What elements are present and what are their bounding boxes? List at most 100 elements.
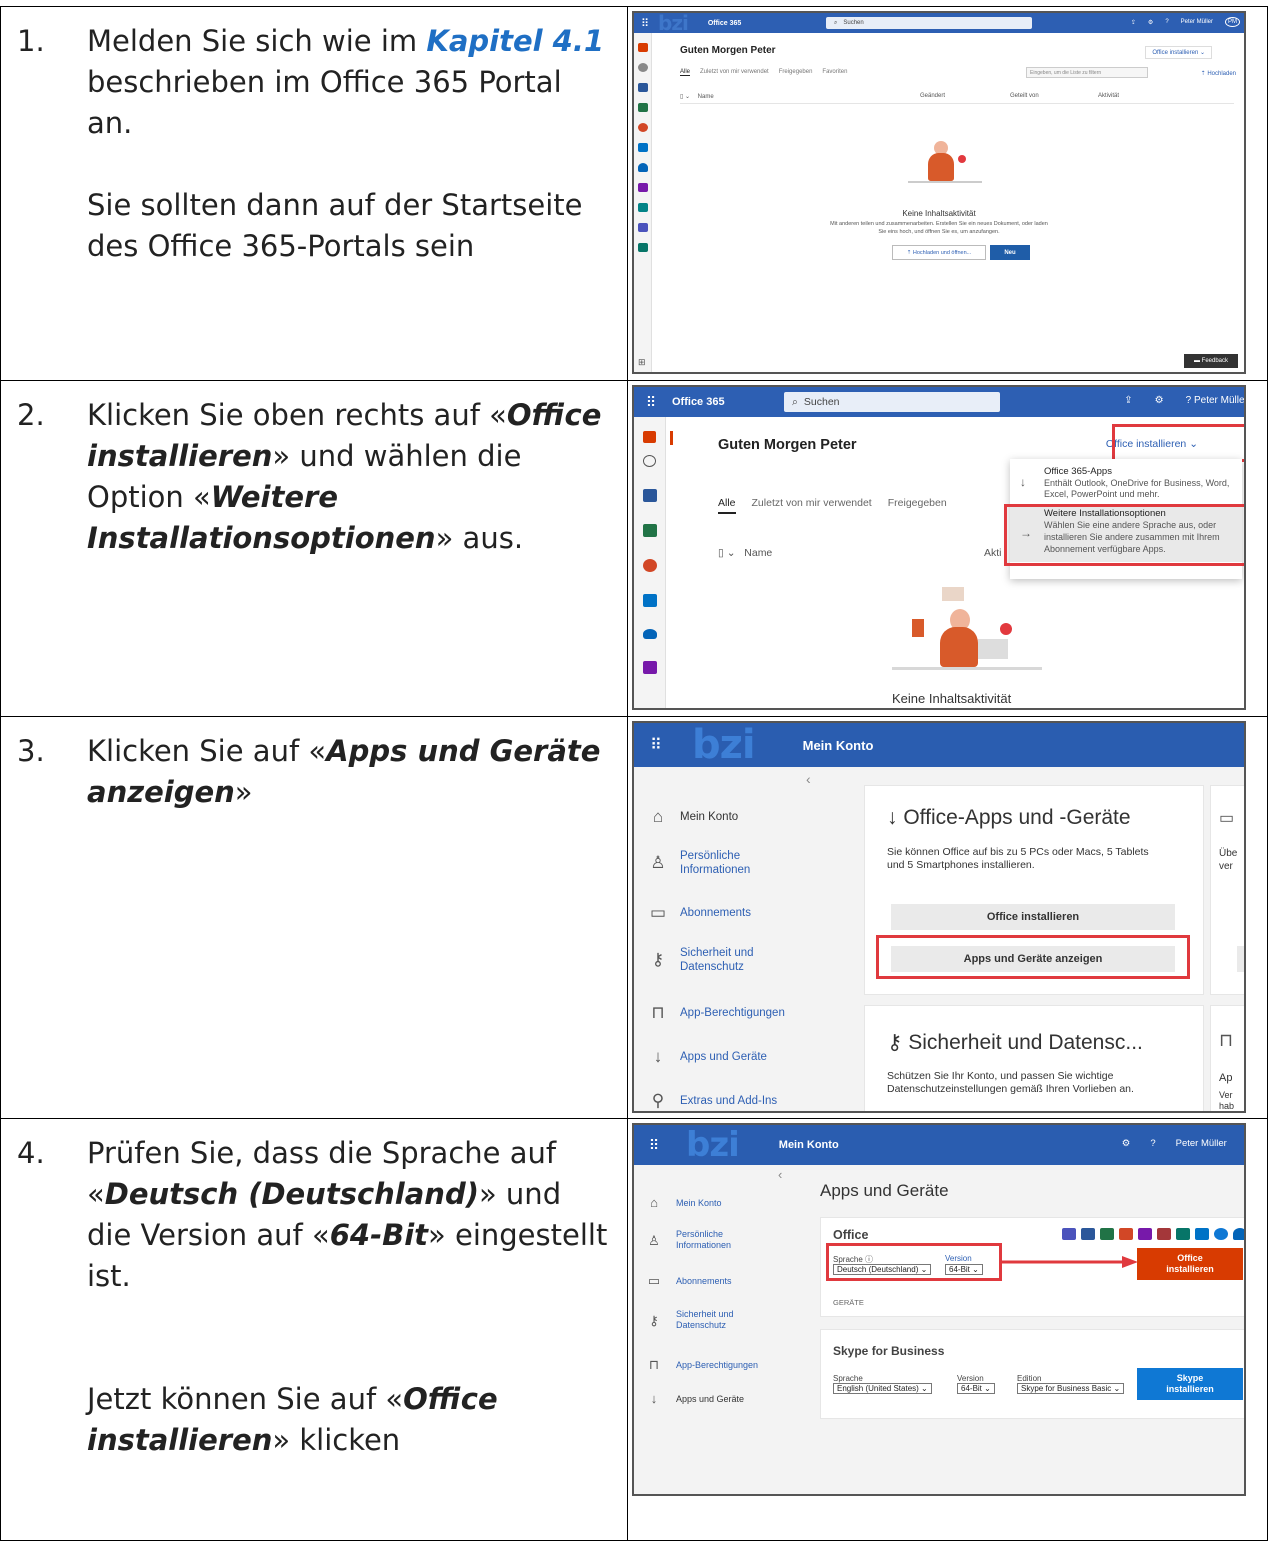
gear-icon[interactable]: ⚙: [1148, 19, 1153, 26]
column-header: ▯ ⌄ Name: [718, 547, 773, 559]
outlook-icon[interactable]: [642, 594, 657, 607]
office-portal-screenshot: ⠿ bzi Office 365 ⌕ Suchen ⇪ ⚙? Peter Müller…: [632, 11, 1246, 374]
new-button[interactable]: Neu: [990, 245, 1030, 260]
collapse-icon[interactable]: ‹: [806, 771, 811, 787]
step-3-text: 3. Klicken Sie auf «Apps und Geräte anze…: [0, 716, 628, 1119]
waffle-icon[interactable]: ⠿: [634, 394, 668, 411]
search-input[interactable]: ⌕ Suchen: [784, 392, 1000, 412]
filter-input[interactable]: Eingeben, um die Liste zu filtern: [1026, 67, 1148, 78]
upload-link[interactable]: ⇡ Hochladen: [1201, 70, 1236, 77]
onedrive-icon: [1233, 1228, 1244, 1240]
logo: bzi: [658, 11, 689, 35]
sway-icon[interactable]: [637, 243, 648, 252]
step-number: 4.: [17, 1136, 45, 1170]
tab-all[interactable]: Alle: [718, 497, 736, 514]
help-icon[interactable]: ? Peter Müller (: [1186, 395, 1244, 406]
step-3-screenshot-cell: ⠿ bzi Mein Konto ‹ ⌂ Mein Konto ♙ Persönli…: [627, 716, 1268, 1119]
word-icon[interactable]: [637, 83, 648, 92]
top-bar: ⠿ bzi Mein Konto: [634, 722, 1244, 768]
nav-item-apps-devices[interactable]: ↓ Apps und Geräte: [644, 1391, 744, 1406]
office-install-button[interactable]: Office installieren: [1137, 1248, 1243, 1280]
add-icon[interactable]: [637, 63, 648, 72]
nav-item-security[interactable]: ⚷ Sicherheit und Datenschutz: [644, 1309, 733, 1331]
download-icon: ↓: [887, 806, 898, 829]
home-icon[interactable]: [643, 431, 656, 443]
key-icon: ⚷: [649, 1312, 659, 1328]
tab-favorites[interactable]: Favoriten: [822, 69, 847, 76]
help-icon[interactable]: ?: [1165, 19, 1168, 25]
avatar[interactable]: PM: [1225, 17, 1240, 27]
office-install-button[interactable]: Office installieren: [891, 904, 1175, 930]
nav-item-personal-info[interactable]: ♙ Persönliche Informationen: [648, 849, 750, 877]
page-heading: Apps und Geräte: [820, 1181, 949, 1200]
onenote-icon[interactable]: [637, 183, 648, 192]
nav-item-home[interactable]: ⌂ Mein Konto: [648, 807, 738, 827]
waffle-icon[interactable]: ⠿: [634, 735, 678, 755]
help-icon[interactable]: ?: [1150, 1138, 1155, 1149]
gear-icon[interactable]: ⚙: [1122, 1138, 1131, 1149]
tab-recent[interactable]: Zuletzt von mir verwendet: [700, 69, 769, 76]
tab-shared[interactable]: Freigegeben: [779, 69, 813, 76]
waffle-icon[interactable]: ⠿: [634, 17, 656, 30]
office-install-button[interactable]: Office installieren ⌄: [1145, 46, 1212, 59]
add-icon[interactable]: [643, 455, 656, 467]
home-icon[interactable]: [637, 43, 648, 52]
skype-card: Skype for Business Sprache English (Unit…: [820, 1329, 1244, 1419]
onedrive-icon[interactable]: [642, 629, 657, 639]
tab-recent[interactable]: Zuletzt von mir verwendet: [752, 497, 872, 514]
nav-item-apps-devices[interactable]: ↓ Apps und Geräte: [648, 1047, 767, 1067]
gear-icon[interactable]: ⚙: [1155, 395, 1164, 406]
waffle-icon[interactable]: ⠿: [634, 1137, 674, 1154]
nav-item-tools-addins[interactable]: ⚲ Extras und Add-Ins: [648, 1091, 777, 1111]
excel-icon[interactable]: [642, 524, 657, 537]
onedrive-icon[interactable]: [637, 163, 648, 172]
side-card: ▭ Übe ver: [1210, 785, 1244, 995]
skype-version-select[interactable]: 64-Bit ⌄: [957, 1383, 995, 1394]
onenote-icon[interactable]: [642, 661, 657, 674]
collapse-icon[interactable]: ‹: [778, 1167, 782, 1182]
access-icon: [1157, 1228, 1171, 1240]
excel-icon[interactable]: [637, 103, 648, 112]
all-apps-icon[interactable]: ⊞: [638, 357, 648, 367]
page-title: Mein Konto: [778, 1139, 839, 1151]
search-input[interactable]: ⌕ Suchen: [826, 17, 1032, 29]
highlight-box: [1004, 504, 1244, 566]
nav-item-home[interactable]: ⌂ Mein Konto: [644, 1195, 721, 1210]
empty-illustration: [892, 587, 1042, 687]
step-number: 1.: [17, 24, 45, 58]
share-icon[interactable]: ⇪: [1131, 19, 1136, 26]
nav-item-app-permissions[interactable]: ⊓ App-Berechtigungen: [644, 1357, 758, 1373]
nav-item-personal-info[interactable]: ♙ Persönliche Informationen: [644, 1229, 731, 1251]
skype-language-select[interactable]: English (United States) ⌄: [833, 1383, 932, 1394]
search-icon: ⌕: [834, 19, 838, 26]
skype-install-button[interactable]: Skype installieren: [1137, 1368, 1243, 1400]
chapter-link[interactable]: Kapitel 4.1: [426, 24, 604, 58]
file-icon: ▯ ⌄: [680, 94, 690, 100]
nav-item-security[interactable]: ⚷ Sicherheit und Datenschutz: [648, 946, 754, 974]
app-rail: ⊞: [634, 33, 652, 372]
logo: bzi: [692, 722, 756, 768]
skype-edition-select[interactable]: Skype for Business Basic ⌄: [1017, 1383, 1125, 1394]
greeting: Guten Morgen Peter: [718, 437, 857, 453]
highlight-box: [876, 935, 1190, 979]
skype-icon: [1214, 1228, 1228, 1240]
apps-devices-screenshot: ⠿ bzi Mein Konto ⚙?Peter Müller( ‹ ⌂Mein…: [632, 1123, 1246, 1496]
upload-open-button[interactable]: ⇡ Hochladen und öffnen...: [892, 245, 986, 260]
powerpoint-icon[interactable]: [637, 123, 648, 132]
menu-item-office-apps[interactable]: ↓ Office 365-Apps Enthält Outlook, OneDr…: [1010, 459, 1242, 501]
feedback-button[interactable]: ▬ Feedback: [1184, 354, 1238, 368]
key-icon: ⚷: [651, 950, 665, 969]
outlook-icon[interactable]: [637, 143, 648, 152]
nav-item-app-permissions[interactable]: ⊓ App-Berechtigungen: [648, 1003, 785, 1023]
powerpoint-icon[interactable]: [642, 559, 657, 572]
download-icon: ↓: [1020, 475, 1026, 489]
tab-all[interactable]: Alle: [680, 69, 691, 76]
nav-item-subscriptions[interactable]: ▭ Abonnements: [644, 1273, 732, 1289]
step-number: 3.: [17, 734, 45, 768]
tab-shared[interactable]: Freigegeben: [888, 497, 947, 514]
nav-item-subscriptions[interactable]: ▭ Abonnements: [648, 903, 751, 923]
instruction-table: 1. Melden Sie sich wie im Kapitel 4.1 be…: [0, 6, 1268, 1541]
share-icon[interactable]: ⇪: [1124, 395, 1132, 406]
word-icon[interactable]: [642, 489, 657, 502]
emphasis: Deutsch (Deutschland): [104, 1177, 479, 1211]
